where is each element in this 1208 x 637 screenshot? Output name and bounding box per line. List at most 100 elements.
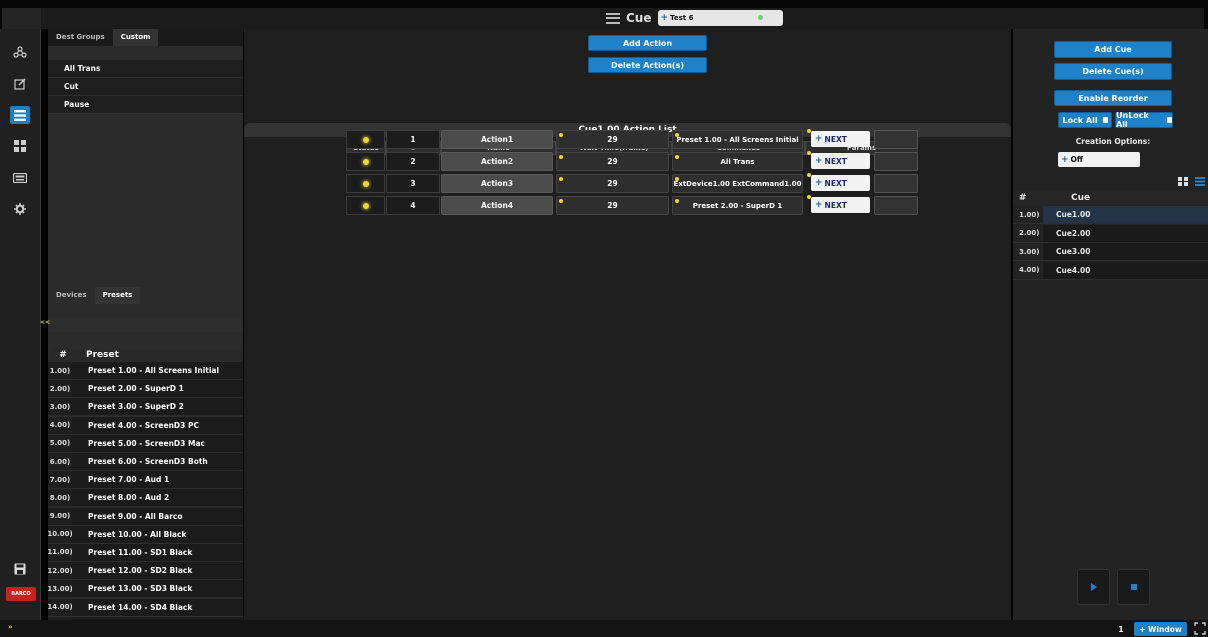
preset-row[interactable]: 14.00) Preset 14.00 - SD4 Black — [47, 598, 243, 617]
action-name[interactable]: Action3 — [441, 174, 553, 193]
lock-all-button[interactable]: Lock All — [1058, 112, 1112, 128]
next-param-button[interactable]: + NEXT — [807, 151, 870, 169]
grid-view-icon[interactable] — [1176, 175, 1189, 187]
preset-number: 8.00) — [48, 489, 72, 507]
command-cell[interactable]: Preset 1.00 - All Screens Initial — [672, 130, 803, 149]
param-field[interactable] — [874, 174, 918, 193]
tab-presets[interactable]: Presets — [94, 287, 141, 304]
stop-button[interactable] — [1117, 569, 1150, 605]
profile-value: Test 6 — [670, 14, 694, 22]
enable-reorder-button[interactable]: Enable Reorder — [1054, 90, 1172, 106]
preset-row[interactable]: 12.00) Preset 12.00 - SD2 Black — [47, 562, 243, 581]
preset-row[interactable]: 9.00) Preset 9.00 - All Barco — [48, 507, 243, 526]
play-button[interactable] — [1077, 569, 1110, 605]
next-param-button[interactable]: + NEXT — [807, 129, 870, 147]
preset-name: Preset 4.00 - ScreenD3 PC — [72, 416, 243, 434]
status-indicator — [675, 199, 679, 203]
tab-custom[interactable]: Custom — [112, 29, 159, 46]
grid-icon[interactable] — [10, 137, 30, 155]
command-cell[interactable]: ExtDevice1.00 ExtCommand1.00 — [672, 174, 803, 193]
page-title-area: Cue + Test 6 — [606, 9, 783, 27]
profile-select[interactable]: + Test 6 — [657, 10, 783, 26]
action-name[interactable]: Action1 — [441, 130, 553, 149]
add-action-button[interactable]: Add Action — [588, 35, 707, 51]
preset-row[interactable]: 8.00) Preset 8.00 - Aud 2 — [48, 489, 243, 508]
param-value: NEXT — [824, 134, 847, 144]
list-icon — [606, 12, 620, 24]
wait-time[interactable]: 29 — [556, 196, 669, 215]
preset-num-header: # — [59, 350, 67, 360]
plus-icon: + — [1061, 154, 1069, 165]
command-cell[interactable]: All Trans — [672, 152, 803, 171]
gear-icon[interactable] — [10, 200, 30, 218]
dest-item-pause[interactable]: Pause — [48, 96, 243, 114]
save-icon[interactable] — [10, 560, 30, 578]
left-nav-rail: BARCO — [0, 29, 41, 620]
param-field[interactable] — [874, 152, 918, 171]
wait-time[interactable]: 29 — [556, 130, 669, 149]
list-icon[interactable] — [10, 106, 30, 124]
creation-options-select[interactable]: + Off — [1058, 152, 1140, 167]
tab-dest-groups[interactable]: Dest Groups — [48, 29, 113, 46]
plus-icon: + — [660, 13, 669, 23]
dest-list: All Trans Cut Pause — [48, 60, 243, 114]
add-cue-button[interactable]: Add Cue — [1054, 41, 1172, 58]
command-value: Preset 1.00 - All Screens Initial — [676, 135, 799, 144]
cue-name-header: Cue — [1071, 193, 1091, 203]
param-field[interactable] — [874, 130, 918, 149]
preset-row[interactable]: 6.00) Preset 6.00 - ScreenD3 Both — [48, 453, 243, 472]
command-cell[interactable]: Preset 2.00 - SuperD 1 — [672, 196, 803, 215]
command-value: All Trans — [720, 157, 755, 166]
preset-number: 10.00) — [47, 525, 73, 543]
keyboard-icon[interactable] — [10, 169, 30, 187]
action-name[interactable]: Action4 — [441, 196, 553, 215]
preset-row[interactable]: 2.00) Preset 2.00 - SuperD 1 — [48, 380, 243, 399]
cue-row[interactable]: 1.00) Cue1.00 — [1013, 206, 1208, 224]
cue-name: Cue4.00 — [1043, 261, 1208, 279]
preset-row[interactable]: 7.00) Preset 7.00 - Aud 1 — [48, 471, 243, 490]
preset-name: Preset 10.00 - All Black — [72, 525, 243, 543]
unlock-all-button[interactable]: UnLock All — [1115, 111, 1173, 129]
lock-all-label: Lock All — [1062, 115, 1098, 125]
preset-row[interactable]: 11.00) Preset 11.00 - SD1 Black — [47, 543, 243, 563]
expand-icon[interactable]: » — [8, 623, 16, 633]
next-param-button[interactable]: + NEXT — [807, 173, 870, 191]
action-editor: Add Action Delete Action(s) Cue1.00 Acti… — [244, 29, 1011, 620]
preset-row[interactable]: 10.00) Preset 10.00 - All Black — [47, 525, 243, 544]
edit-icon[interactable] — [10, 75, 30, 93]
param-field[interactable] — [874, 196, 918, 215]
window-button[interactable]: + Window — [1134, 622, 1187, 636]
command-value: Preset 2.00 - SuperD 1 — [692, 201, 783, 210]
wait-time[interactable]: 29 — [556, 174, 669, 193]
list-view-icon[interactable] — [1193, 175, 1207, 187]
action-name[interactable]: Action2 — [441, 152, 553, 171]
next-param-button[interactable]: + NEXT — [807, 195, 870, 213]
cue-row[interactable]: 4.00) Cue4.00 — [1013, 261, 1208, 280]
fullscreen-icon[interactable] — [1194, 622, 1206, 635]
preset-name: Preset 14.00 - SD4 Black — [72, 598, 243, 616]
collapse-icon[interactable]: << — [40, 319, 50, 329]
stop-icon — [1130, 584, 1137, 590]
tab-devices[interactable]: Devices — [48, 287, 95, 304]
preset-list: 1.00) Preset 1.00 - All Screens Initial 2.… — [47, 362, 243, 635]
delete-actions-button[interactable]: Delete Action(s) — [588, 57, 707, 73]
network-icon[interactable] — [10, 43, 30, 61]
preset-row[interactable]: 1.00) Preset 1.00 - All Screens Initial — [48, 362, 243, 381]
dest-item-cut[interactable]: Cut — [48, 78, 243, 96]
left-panel: Dest Groups Custom All Trans Cut Pause D… — [40, 29, 243, 635]
preset-row[interactable]: 3.00) Preset 3.00 - SuperD 2 — [48, 398, 243, 417]
action-number: 1 — [386, 130, 440, 149]
plus-icon: + — [815, 134, 823, 144]
cue-row[interactable]: 3.00) Cue3.00 — [1013, 243, 1208, 261]
preset-row[interactable]: 5.00) Preset 5.00 - ScreenD3 Mac — [48, 434, 243, 453]
preset-name: Preset 8.00 - Aud 2 — [72, 489, 243, 507]
status-cell — [346, 174, 385, 193]
cue-row[interactable]: 2.00) Cue2.00 — [1013, 224, 1208, 243]
page-number[interactable]: 1 — [1114, 623, 1128, 635]
preset-row[interactable]: 13.00) Preset 13.00 - SD3 Black — [47, 580, 243, 599]
delete-cues-button[interactable]: Delete Cue(s) — [1054, 63, 1172, 80]
dest-item-all-trans[interactable]: All Trans — [48, 60, 243, 78]
preset-row[interactable]: 4.00) Preset 4.00 - ScreenD3 PC — [48, 416, 243, 435]
wait-time[interactable]: 29 — [556, 152, 669, 171]
cue-number: 3.00) — [1019, 247, 1040, 256]
